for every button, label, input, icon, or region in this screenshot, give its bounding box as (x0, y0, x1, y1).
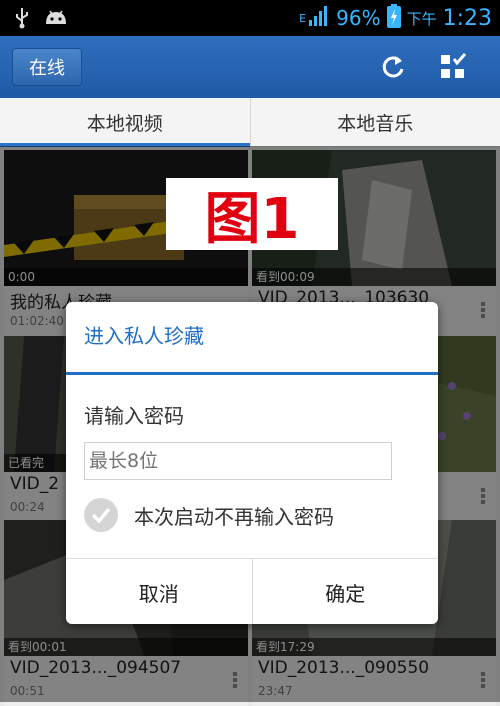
tab-local-music[interactable]: 本地音乐 (250, 98, 500, 146)
tab-local-video[interactable]: 本地视频 (0, 98, 250, 146)
cancel-button[interactable]: 取消 (66, 559, 252, 624)
network-type: E (299, 12, 306, 25)
action-bar: 在线 (0, 36, 500, 98)
android-icon (44, 8, 68, 32)
password-prompt: 请输入密码 (84, 400, 184, 429)
battery-percent: 96% (336, 6, 380, 30)
usb-icon (14, 7, 30, 33)
status-time: 1:23 (443, 6, 492, 31)
online-back-button[interactable]: 在线 (12, 48, 82, 86)
password-input[interactable] (84, 442, 392, 480)
battery-icon (387, 4, 401, 32)
multi-select-icon[interactable] (438, 52, 468, 82)
tab-bar: 本地视频 本地音乐 (0, 98, 500, 147)
remember-checkbox[interactable]: 本次启动不再输入密码 (84, 498, 334, 532)
confirm-button[interactable]: 确定 (252, 559, 439, 624)
status-ampm: 下午 (407, 8, 437, 29)
signal-icon (308, 5, 330, 31)
refresh-icon[interactable] (378, 52, 408, 82)
status-bar: E 96% 下午 1:23 (0, 0, 500, 36)
private-collection-dialog: 进入私人珍藏 请输入密码 本次启动不再输入密码 取消 确定 (66, 302, 438, 624)
dialog-button-bar: 取消 确定 (66, 558, 438, 624)
figure-label: 图1 (166, 178, 338, 250)
dialog-divider (66, 372, 438, 375)
check-icon[interactable] (84, 498, 118, 532)
dialog-title: 进入私人珍藏 (84, 320, 204, 349)
remember-checkbox-label: 本次启动不再输入密码 (134, 501, 334, 530)
